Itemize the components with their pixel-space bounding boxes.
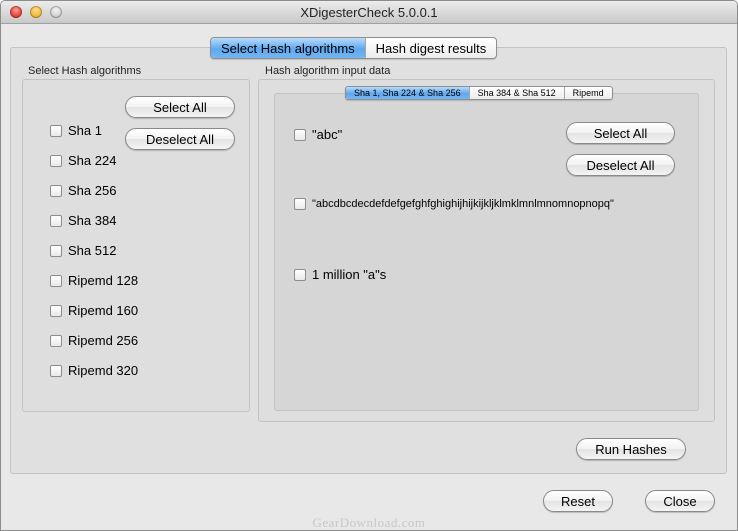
checkbox-label: Ripemd 160 — [68, 303, 139, 318]
checkbox-icon[interactable] — [50, 244, 62, 257]
select-all-inputs-button[interactable]: Select All — [566, 122, 675, 144]
checkbox-icon[interactable] — [50, 214, 62, 227]
checkbox-sha512[interactable]: Sha 512 — [50, 243, 116, 258]
checkbox-icon[interactable] — [294, 198, 306, 210]
checkbox-icon[interactable] — [50, 124, 62, 137]
checkbox-icon[interactable] — [50, 364, 62, 377]
checkbox-sha256[interactable]: Sha 256 — [50, 183, 116, 198]
checkbox-label: Ripemd 320 — [68, 363, 139, 378]
checkbox-label: 1 million "a"s — [312, 267, 387, 282]
checkbox-icon[interactable] — [50, 184, 62, 197]
run-hashes-button[interactable]: Run Hashes — [576, 438, 686, 460]
checkbox-label: Ripemd 128 — [68, 273, 139, 288]
checkbox-icon[interactable] — [50, 334, 62, 347]
window-title: XDigesterCheck 5.0.0.1 — [300, 5, 438, 20]
deselect-all-algorithms-button[interactable]: Deselect All — [125, 128, 235, 150]
checkbox-icon[interactable] — [50, 154, 62, 167]
reset-button[interactable]: Reset — [543, 490, 613, 512]
main-tab-bar: Select Hash algorithms Hash digest resul… — [210, 37, 498, 59]
tab-select-hash-algorithms[interactable]: Select Hash algorithms — [211, 38, 366, 58]
checkbox-input-abc[interactable]: "abc" — [294, 127, 342, 142]
checkbox-sha1[interactable]: Sha 1 — [50, 123, 102, 138]
checkbox-label: Sha 384 — [68, 213, 117, 228]
app-window: XDigesterCheck 5.0.0.1 Select Hash algor… — [0, 0, 738, 531]
tab-sha384-sha512[interactable]: Sha 384 & Sha 512 — [470, 87, 565, 99]
title-bar: XDigesterCheck 5.0.0.1 — [1, 1, 737, 24]
right-panel-title: Hash algorithm input data — [265, 65, 391, 77]
checkbox-label: Sha 512 — [68, 243, 117, 258]
select-all-algorithms-button[interactable]: Select All — [125, 96, 235, 118]
tab-hash-digest-results[interactable]: Hash digest results — [366, 38, 497, 58]
checkbox-sha384[interactable]: Sha 384 — [50, 213, 116, 228]
checkbox-label: Sha 224 — [68, 153, 117, 168]
checkbox-ripemd128[interactable]: Ripemd 128 — [50, 273, 138, 288]
checkbox-ripemd320[interactable]: Ripemd 320 — [50, 363, 138, 378]
checkbox-input-million-a[interactable]: 1 million "a"s — [294, 267, 386, 282]
checkbox-input-long-string[interactable]: "abcdbcdecdefdefgefghfghighijhijkijkljkl… — [294, 198, 614, 210]
checkbox-label: Ripemd 256 — [68, 333, 139, 348]
checkbox-label: "abc" — [312, 127, 343, 142]
checkbox-ripemd256[interactable]: Ripemd 256 — [50, 333, 138, 348]
checkbox-ripemd160[interactable]: Ripemd 160 — [50, 303, 138, 318]
checkbox-sha224[interactable]: Sha 224 — [50, 153, 116, 168]
close-button[interactable]: Close — [645, 490, 715, 512]
left-panel-title: Select Hash algorithms — [28, 65, 142, 77]
checkbox-icon[interactable] — [50, 274, 62, 287]
checkbox-icon[interactable] — [294, 268, 306, 281]
checkbox-label: Sha 1 — [68, 123, 102, 138]
watermark: GearDownload.com — [312, 515, 426, 530]
checkbox-label: "abcdbcdecdefdefgefghfghighijhijkijkljkl… — [312, 198, 614, 210]
input-data-tab-bar: Sha 1, Sha 224 & Sha 256 Sha 384 & Sha 5… — [345, 86, 613, 100]
deselect-all-inputs-button[interactable]: Deselect All — [566, 154, 675, 176]
checkbox-label: Sha 256 — [68, 183, 117, 198]
checkbox-icon[interactable] — [294, 128, 306, 141]
tab-ripemd[interactable]: Ripemd — [565, 87, 612, 99]
tab-sha1-sha224-sha256[interactable]: Sha 1, Sha 224 & Sha 256 — [346, 87, 470, 99]
checkbox-icon[interactable] — [50, 304, 62, 317]
